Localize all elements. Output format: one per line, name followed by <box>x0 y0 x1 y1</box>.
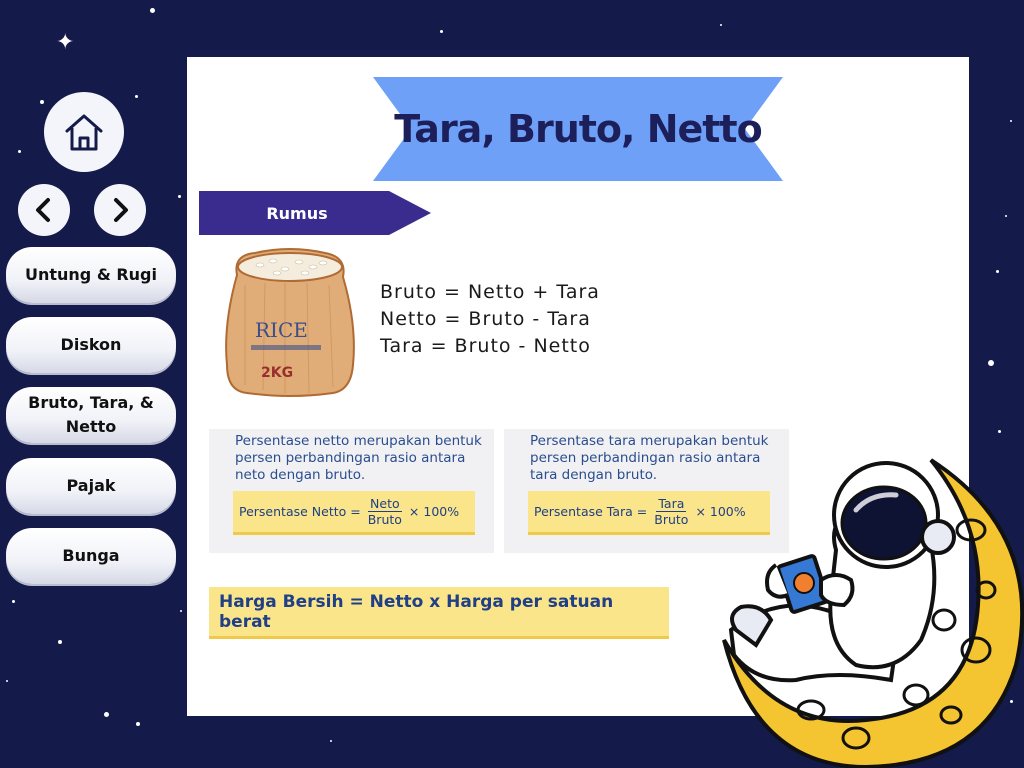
rice-sack-image: RICE 2KG <box>225 248 355 397</box>
sparkle-icon: ✦ <box>56 30 75 55</box>
page-title: Tara, Bruto, Netto <box>394 107 762 151</box>
netto-fraction: Neto Bruto <box>366 496 404 527</box>
netto-percentage-formula: Persentase Netto = Neto Bruto × 100% <box>233 491 475 535</box>
tara-formula-label: Persentase Tara = <box>534 504 648 519</box>
menu-diskon-button[interactable]: Diskon <box>6 317 176 373</box>
netto-formula-label: Persentase Netto = <box>239 504 361 519</box>
sack-label: RICE <box>255 318 308 342</box>
tara-fraction: Tara Bruto <box>652 496 690 527</box>
netto-description: Persentase netto merupakan bentuk persen… <box>235 433 482 483</box>
netto-denominator: Bruto <box>367 512 402 527</box>
menu-bunga-button[interactable]: Bunga <box>6 528 176 584</box>
tara-denominator: Bruto <box>654 512 689 527</box>
previous-button[interactable] <box>18 184 70 236</box>
harga-bersih-text: Harga Bersih = Netto x Harga per satuan … <box>219 591 614 632</box>
home-icon <box>65 114 103 151</box>
formula-netto: Netto = Bruto - Tara <box>380 308 591 330</box>
harga-bersih-formula: Harga Bersih = Netto x Harga per satuan … <box>209 587 669 639</box>
chevron-right-icon <box>114 198 128 222</box>
netto-formula-suffix: × 100% <box>408 504 460 519</box>
formula-tara: Tara = Bruto - Netto <box>380 335 591 357</box>
astronaut-moon-illustration <box>722 458 1024 768</box>
menu-untung-rugi-button[interactable]: Untung & Rugi <box>6 247 176 303</box>
section-tag: Rumus <box>266 203 328 223</box>
tara-numerator: Tara <box>656 496 687 512</box>
netto-numerator: Neto <box>368 496 402 512</box>
menu-bruto-tara-netto-button[interactable]: Bruto, Tara, & Netto <box>6 387 176 443</box>
menu-pajak-button[interactable]: Pajak <box>6 458 176 514</box>
next-button[interactable] <box>94 184 146 236</box>
formula-bruto: Bruto = Netto + Tara <box>380 281 600 303</box>
netto-percentage-box: Persentase netto merupakan bentuk persen… <box>209 429 494 553</box>
sack-weight: 2KG <box>261 365 293 381</box>
formula-list: Bruto = Netto + Tara Netto = Bruto - Tar… <box>380 279 600 360</box>
home-button[interactable] <box>44 92 124 172</box>
chevron-left-icon <box>36 198 50 222</box>
